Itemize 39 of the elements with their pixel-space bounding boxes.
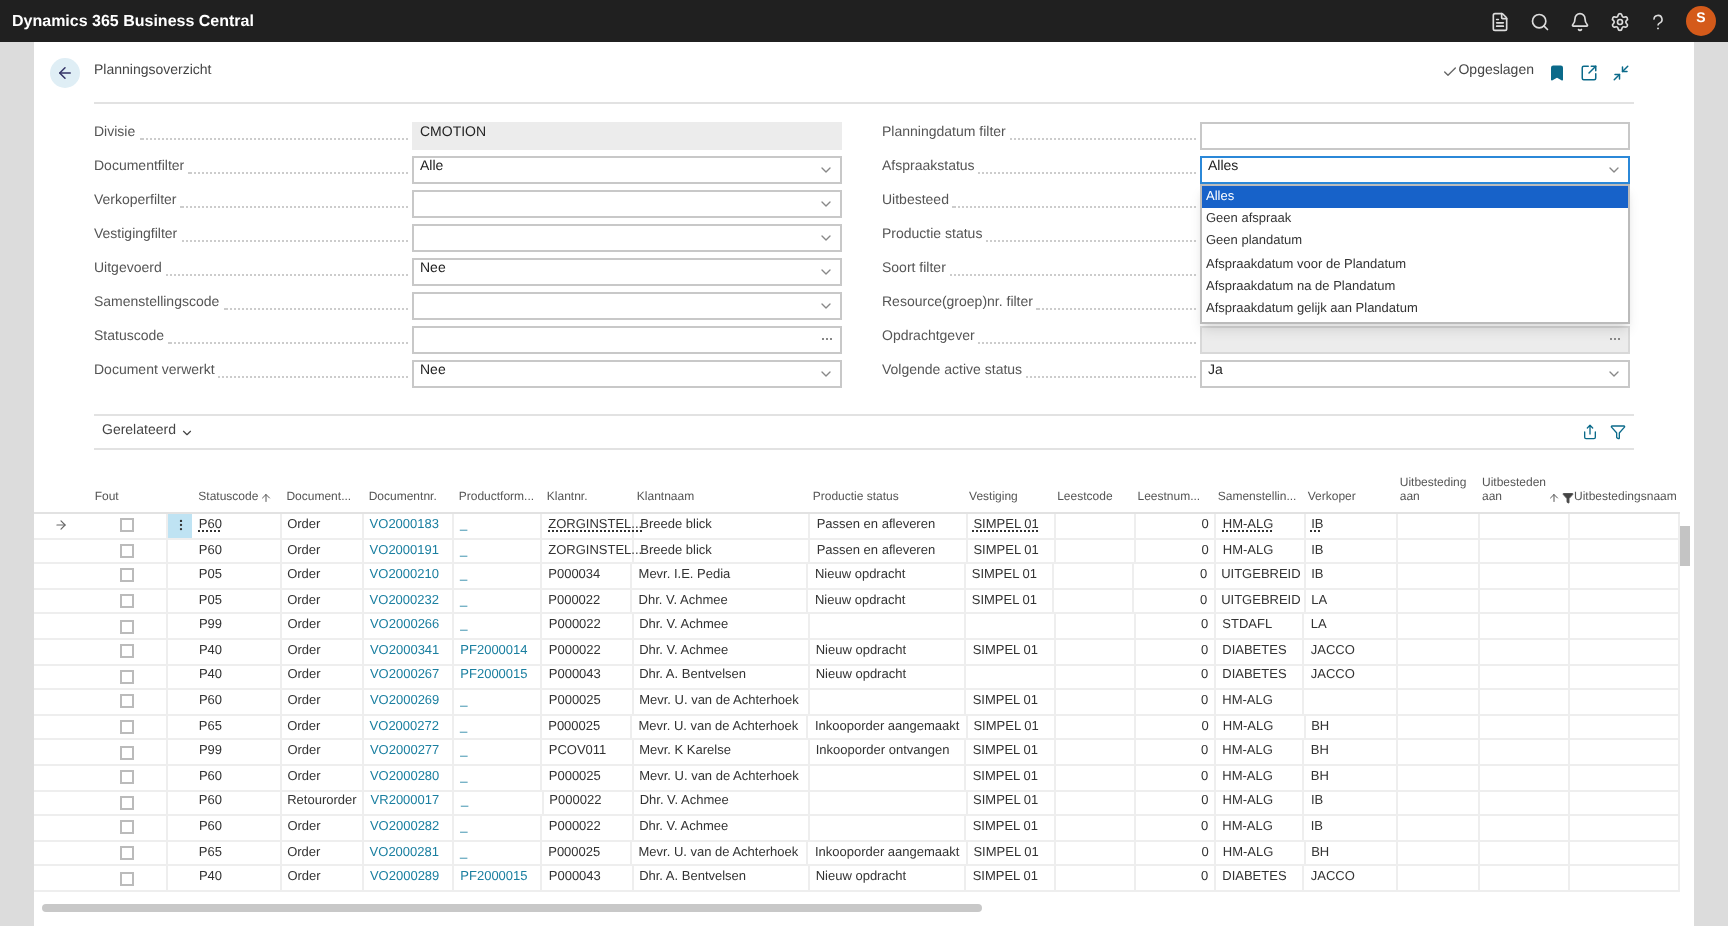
bell-icon[interactable]: [1570, 11, 1590, 31]
checkbox[interactable]: [120, 820, 135, 835]
dropdown-field[interactable]: [412, 291, 842, 319]
checkbox[interactable]: [120, 619, 135, 634]
share-icon[interactable]: [1582, 424, 1598, 440]
dropdown-field[interactable]: [412, 189, 842, 217]
search-icon[interactable]: [1530, 11, 1550, 31]
lookup-field[interactable]: [1200, 325, 1630, 353]
checkbox[interactable]: [120, 846, 135, 861]
checkbox[interactable]: [120, 795, 135, 810]
dropdown-field[interactable]: [412, 223, 842, 251]
checkbox[interactable]: [120, 644, 135, 659]
checkbox[interactable]: [120, 770, 135, 785]
app-title: Dynamics 365 Business Central: [12, 9, 254, 33]
horizontal-scrollbar[interactable]: [42, 904, 982, 913]
arrow-left-icon: [56, 63, 74, 81]
checkbox[interactable]: [120, 745, 135, 760]
document-icon[interactable]: [1490, 11, 1510, 31]
settings-icon[interactable]: [1610, 11, 1630, 31]
vertical-scrollbar[interactable]: [1680, 526, 1690, 566]
arrow-right-icon: [54, 518, 69, 533]
checkbox[interactable]: [120, 568, 135, 583]
check-icon: [1442, 64, 1459, 80]
collapse-icon[interactable]: [1612, 63, 1630, 81]
help-icon[interactable]: [1650, 11, 1666, 31]
input-field[interactable]: [1200, 121, 1630, 149]
checkbox[interactable]: [120, 594, 135, 609]
checkbox[interactable]: [120, 694, 135, 709]
open-new-window-icon[interactable]: [1580, 63, 1598, 81]
checkbox[interactable]: [120, 720, 135, 735]
bookmark-icon[interactable]: [1548, 63, 1566, 81]
chevron-down-icon: [179, 425, 194, 439]
back-button[interactable]: [50, 57, 80, 87]
checkbox[interactable]: [120, 669, 135, 684]
filter-icon[interactable]: [1610, 424, 1626, 440]
checkbox[interactable]: [120, 871, 135, 886]
checkbox[interactable]: [120, 518, 135, 533]
checkbox[interactable]: [120, 543, 135, 558]
lookup-field[interactable]: [412, 325, 842, 353]
